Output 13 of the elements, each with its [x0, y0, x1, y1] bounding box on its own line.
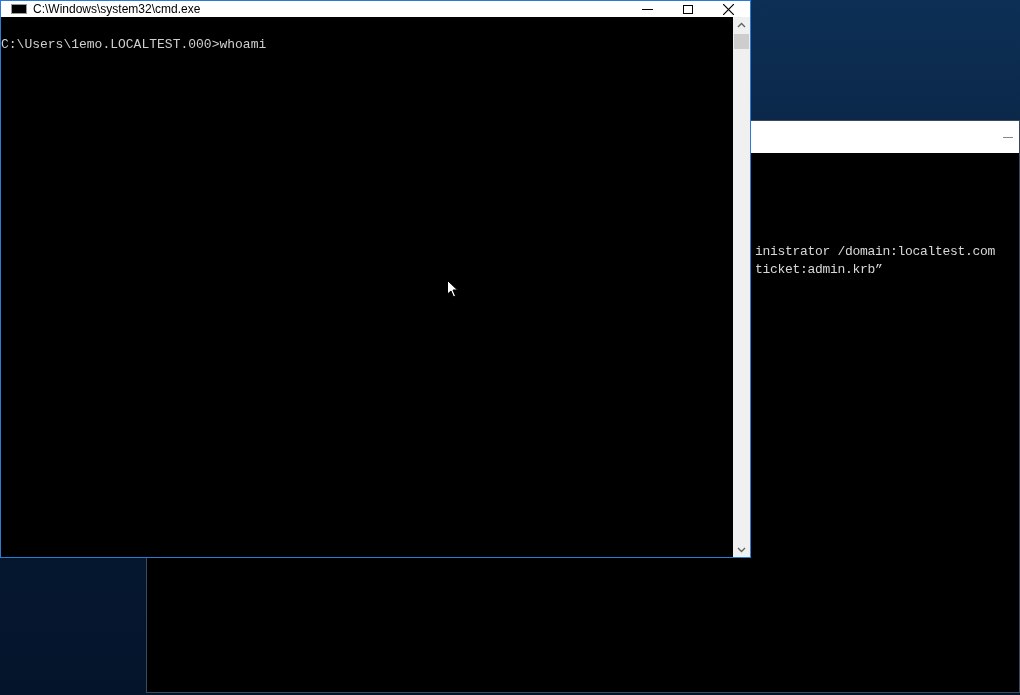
- close-icon[interactable]: [723, 3, 734, 15]
- console-icon: [11, 4, 27, 14]
- console-line: C:\Users\1emo.LOCALTEST.000>whoami: [1, 36, 268, 54]
- scroll-up-icon[interactable]: [737, 22, 746, 28]
- mouse-pointer-icon: [447, 280, 458, 298]
- console-line: inistrator /domain:localtest.com: [755, 243, 997, 261]
- console-line: ticket:admin.krb”: [755, 261, 884, 279]
- minimize-icon[interactable]: [642, 8, 653, 10]
- window-title: C:\Windows\system32\cmd.exe: [33, 2, 201, 16]
- maximize-icon[interactable]: [683, 4, 693, 14]
- scroll-down-icon[interactable]: [737, 547, 746, 553]
- scrollbar[interactable]: [733, 17, 750, 557]
- scroll-thumb[interactable]: [734, 34, 749, 49]
